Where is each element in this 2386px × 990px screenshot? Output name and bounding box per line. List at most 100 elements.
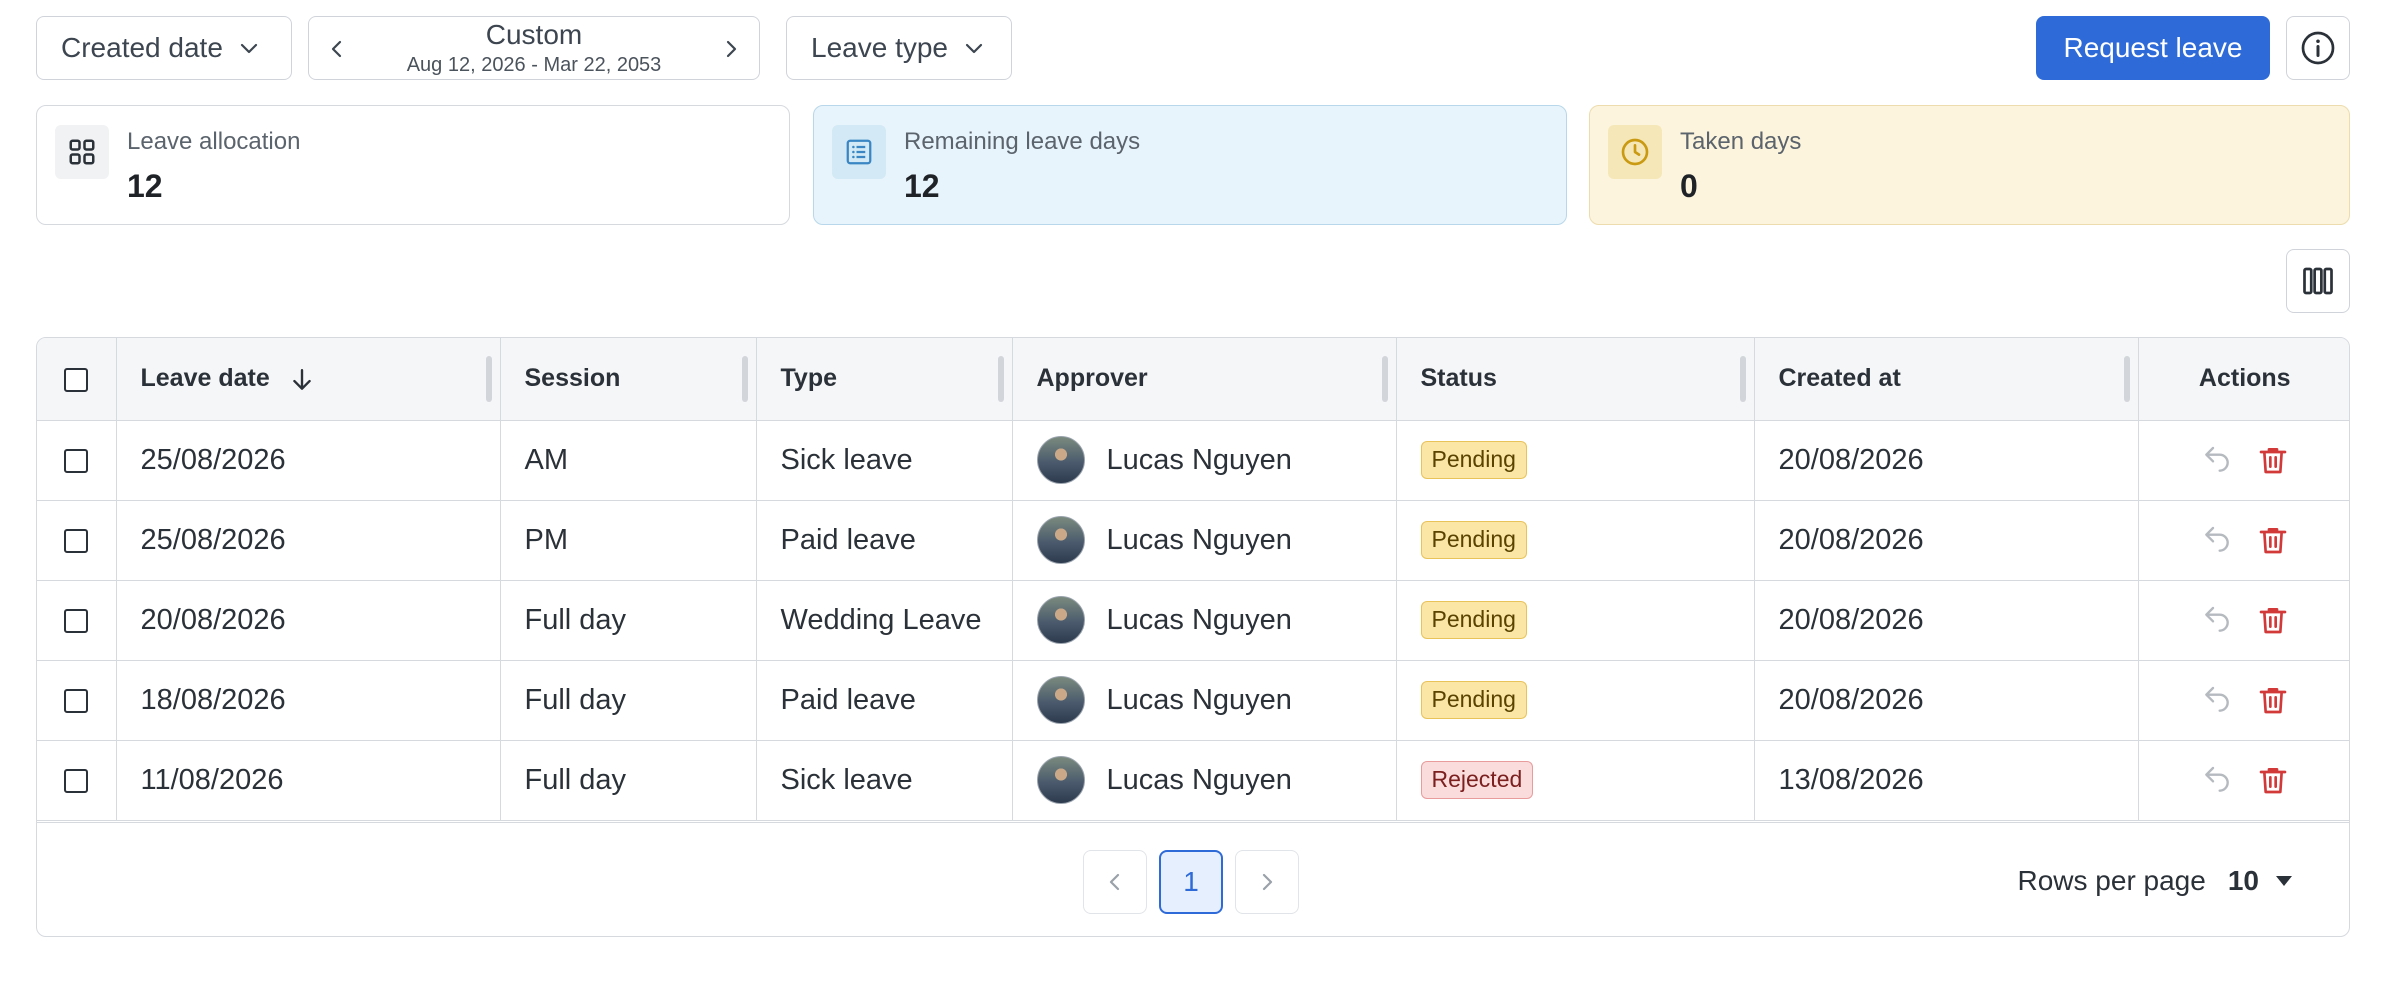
created-date-label: Created date bbox=[61, 32, 223, 63]
card-value: 0 bbox=[1680, 168, 1698, 204]
rows-per-page-selector[interactable]: Rows per page 10 bbox=[2018, 865, 2294, 897]
row-checkbox[interactable] bbox=[64, 608, 89, 633]
table-body: 25/08/2026 AM Sick leave Lucas Nguyen Pe… bbox=[37, 420, 2349, 821]
sort-descending-icon[interactable] bbox=[289, 367, 315, 393]
previous-range-button[interactable] bbox=[309, 17, 365, 81]
delete-button[interactable] bbox=[2255, 762, 2291, 798]
revert-button[interactable] bbox=[2199, 522, 2235, 558]
column-header-type[interactable]: Type bbox=[756, 338, 1013, 421]
avatar bbox=[1036, 516, 1085, 564]
request-leave-button[interactable]: Request leave bbox=[2036, 16, 2270, 80]
chevron-right-icon bbox=[726, 40, 737, 58]
approver-cell: Lucas Nguyen bbox=[1012, 740, 1397, 821]
card-label: Taken days bbox=[1680, 128, 1802, 155]
approver-name: Lucas Nguyen bbox=[1106, 603, 1292, 636]
column-resize-handle[interactable] bbox=[1739, 356, 1746, 402]
card-value: 12 bbox=[904, 168, 940, 204]
avatar bbox=[1036, 756, 1085, 804]
created-at-cell: 20/08/2026 bbox=[1754, 660, 2139, 741]
row-checkbox[interactable] bbox=[64, 448, 89, 473]
column-resize-handle[interactable] bbox=[741, 356, 748, 402]
actions-cell bbox=[2138, 660, 2349, 741]
card-label: Leave allocation bbox=[127, 128, 301, 155]
table-row: 11/08/2026 Full day Sick leave Lucas Ngu… bbox=[37, 740, 2349, 821]
approver-cell: Lucas Nguyen bbox=[1012, 420, 1397, 501]
leave-type-filter[interactable]: Leave type bbox=[786, 16, 1012, 80]
column-title: Type bbox=[780, 364, 838, 393]
leave-type-label: Leave type bbox=[811, 32, 948, 63]
created-at-cell: 20/08/2026 bbox=[1754, 500, 2139, 581]
column-header-leave-date[interactable]: Leave date bbox=[116, 338, 501, 421]
revert-button[interactable] bbox=[2199, 442, 2235, 478]
session-cell: PM bbox=[500, 500, 757, 581]
row-select-cell bbox=[37, 420, 117, 501]
date-range-title: Custom bbox=[485, 19, 583, 50]
column-resize-handle[interactable] bbox=[997, 356, 1004, 402]
column-header-session[interactable]: Session bbox=[500, 338, 757, 421]
revert-button[interactable] bbox=[2199, 682, 2235, 718]
column-resize-handle[interactable] bbox=[1381, 356, 1388, 402]
card-label: Remaining leave days bbox=[904, 128, 1141, 155]
trash-icon bbox=[2259, 688, 2287, 714]
select-all-checkbox[interactable] bbox=[64, 367, 89, 392]
session-cell: Full day bbox=[500, 740, 757, 821]
type-cell: Paid leave bbox=[756, 660, 1013, 741]
next-page-button[interactable] bbox=[1235, 850, 1299, 914]
row-checkbox[interactable] bbox=[64, 688, 89, 713]
leave-date-cell: 20/08/2026 bbox=[116, 580, 501, 661]
table-row: 25/08/2026 PM Paid leave Lucas Nguyen Pe… bbox=[37, 500, 2349, 581]
delete-button[interactable] bbox=[2255, 602, 2291, 638]
created-at-cell: 20/08/2026 bbox=[1754, 580, 2139, 661]
remaining-leave-card: Remaining leave days 12 bbox=[813, 105, 1567, 225]
date-range-display[interactable]: Custom Aug 12, 2026 - Mar 22, 2053 bbox=[407, 19, 662, 76]
table-footer: 1 Rows per page 10 bbox=[37, 822, 2349, 936]
session-cell: Full day bbox=[500, 580, 757, 661]
delete-button[interactable] bbox=[2255, 682, 2291, 718]
status-badge: Pending bbox=[1420, 601, 1527, 639]
page-number-button[interactable]: 1 bbox=[1159, 850, 1223, 914]
status-cell: Pending bbox=[1396, 500, 1755, 581]
column-header-status[interactable]: Status bbox=[1396, 338, 1755, 421]
column-resize-handle[interactable] bbox=[2123, 356, 2130, 402]
revert-button[interactable] bbox=[2199, 762, 2235, 798]
info-button[interactable] bbox=[2286, 16, 2350, 80]
actions-cell bbox=[2138, 420, 2349, 501]
column-settings-button[interactable] bbox=[2286, 249, 2350, 313]
revert-button[interactable] bbox=[2199, 602, 2235, 638]
row-select-cell bbox=[37, 500, 117, 581]
date-range-picker[interactable]: Custom Aug 12, 2026 - Mar 22, 2053 bbox=[308, 16, 760, 80]
toolbar: Created date Custom Aug 12, 2026 - Mar 2… bbox=[36, 16, 2350, 80]
created-at-cell: 20/08/2026 bbox=[1754, 420, 2139, 501]
delete-button[interactable] bbox=[2255, 442, 2291, 478]
actions-cell bbox=[2138, 580, 2349, 661]
type-cell: Sick leave bbox=[756, 420, 1013, 501]
grid-icon bbox=[55, 125, 109, 179]
delete-button[interactable] bbox=[2255, 522, 2291, 558]
approver-cell: Lucas Nguyen bbox=[1012, 580, 1397, 661]
select-all-cell bbox=[37, 338, 117, 421]
column-resize-handle[interactable] bbox=[485, 356, 492, 402]
avatar bbox=[1036, 436, 1085, 484]
leave-table: Leave date Session Type Approver Status … bbox=[36, 337, 2350, 937]
column-title: Session bbox=[524, 364, 621, 393]
columns-icon bbox=[2303, 267, 2333, 295]
next-range-button[interactable] bbox=[703, 17, 759, 81]
column-title: Status bbox=[1420, 364, 1497, 393]
approver-name: Lucas Nguyen bbox=[1106, 443, 1292, 476]
row-select-cell bbox=[37, 580, 117, 661]
previous-page-button[interactable] bbox=[1083, 850, 1147, 914]
column-title: Actions bbox=[2198, 364, 2291, 393]
chevron-right-icon bbox=[1262, 873, 1273, 891]
chevron-left-icon bbox=[1109, 873, 1120, 891]
row-checkbox[interactable] bbox=[64, 528, 89, 553]
rows-per-page-label: Rows per page bbox=[2017, 865, 2206, 896]
chevron-down-icon bbox=[240, 43, 257, 54]
column-header-created-at[interactable]: Created at bbox=[1754, 338, 2139, 421]
undo-icon bbox=[2204, 526, 2229, 552]
status-badge: Rejected bbox=[1420, 761, 1534, 799]
row-checkbox[interactable] bbox=[64, 768, 89, 793]
column-header-approver[interactable]: Approver bbox=[1012, 338, 1397, 421]
created-date-filter[interactable]: Created date bbox=[36, 16, 292, 80]
taken-days-card: Taken days 0 bbox=[1589, 105, 2350, 225]
undo-icon bbox=[2204, 606, 2229, 632]
